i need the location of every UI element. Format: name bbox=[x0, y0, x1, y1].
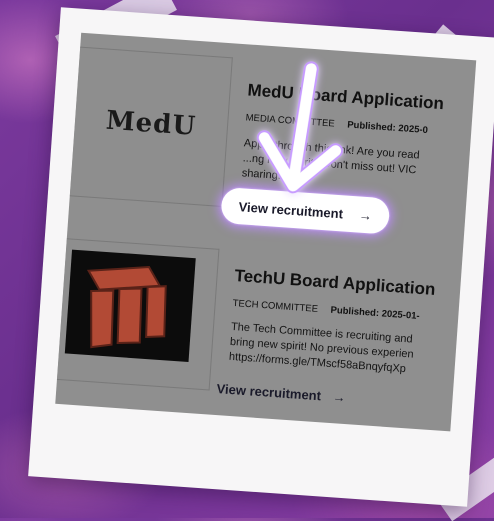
arrow-right-icon: → bbox=[358, 207, 373, 223]
published-date: Published: 2025-01- bbox=[330, 304, 420, 322]
card-meta: TECH COMMITTEE Published: 2025-01- bbox=[232, 298, 420, 322]
card-title[interactable]: TechU Board Application bbox=[234, 266, 436, 300]
card-meta: MEDIA COMMITTEE Published: 2025-0 bbox=[245, 112, 428, 136]
published-date: Published: 2025-0 bbox=[346, 119, 429, 137]
card-thumbnail bbox=[56, 238, 220, 391]
screenshot-photo: MedU MedU Board Application MEDIA COMMIT… bbox=[55, 32, 477, 432]
card-title[interactable]: MedU Board Application bbox=[247, 80, 445, 114]
card-thumbnail: MedU bbox=[69, 46, 233, 207]
view-recruitment-label: View recruitment bbox=[216, 381, 322, 404]
medu-logo: MedU bbox=[104, 105, 198, 142]
committee-label: TECH COMMITTEE bbox=[232, 297, 319, 315]
view-recruitment-label: View recruitment bbox=[238, 198, 344, 221]
card-description: Apply through this link! Are you read ..… bbox=[241, 136, 470, 197]
view-recruitment-link[interactable]: View recruitment → bbox=[216, 381, 346, 405]
recruitment-card-techu: TechU Board Application TECH COMMITTEE P… bbox=[56, 220, 463, 417]
card-description: The Tech Committee is recruiting and bri… bbox=[228, 320, 457, 381]
techu-logo bbox=[64, 249, 196, 362]
committee-label: MEDIA COMMITTEE bbox=[245, 112, 336, 130]
polaroid-frame: MedU MedU Board Application MEDIA COMMIT… bbox=[28, 7, 494, 507]
arrow-right-icon: → bbox=[332, 389, 347, 406]
